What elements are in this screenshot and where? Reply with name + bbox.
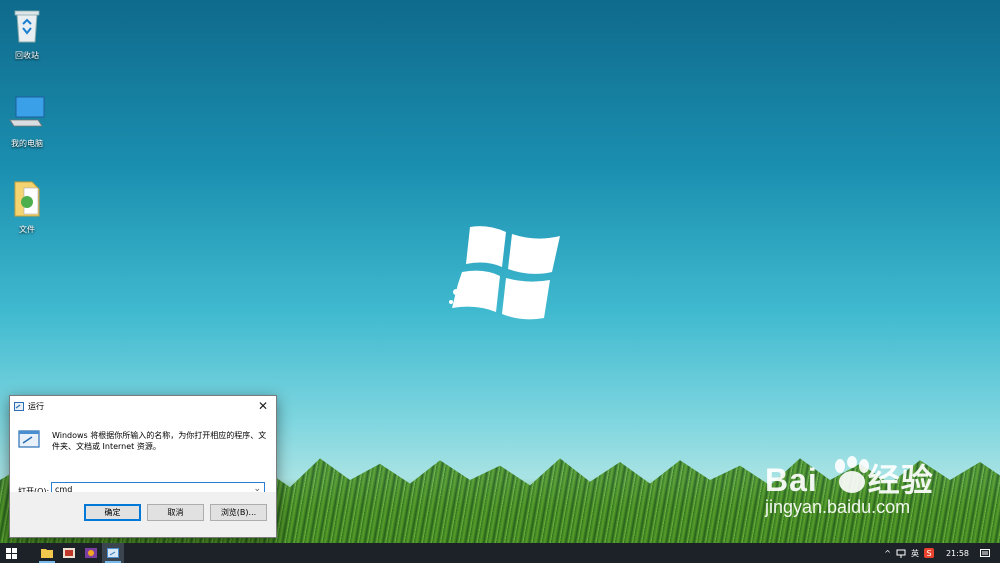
close-button[interactable]: ✕: [250, 396, 276, 416]
computer-icon: [9, 96, 45, 127]
watermark-brand: Bai: [765, 462, 818, 498]
run-icon: [107, 548, 119, 558]
sogou-icon[interactable]: S: [923, 548, 934, 558]
mail-icon: [63, 548, 75, 558]
ok-button[interactable]: 确定: [84, 504, 141, 521]
dialog-footer: 确定 取消 浏览(B)...: [10, 492, 276, 537]
run-large-icon: [18, 430, 40, 448]
desktop-icon-recycle-bin[interactable]: 回收站: [4, 6, 50, 61]
watermark-url: jingyan.baidu.com: [765, 497, 911, 517]
notification-icon[interactable]: [980, 548, 990, 558]
svg-text:S: S: [926, 549, 931, 558]
watermark-brand-suffix: 经验: [867, 462, 934, 498]
taskbar-app-2[interactable]: [58, 543, 80, 563]
windows-logo-wallpaper: [449, 226, 560, 320]
desktop-icon-label: 回收站: [15, 51, 39, 60]
recycle-bin-icon: [14, 10, 40, 43]
taskbar-app-3[interactable]: [80, 543, 102, 563]
desktop-icon-label: 我的电脑: [11, 139, 43, 148]
folder-icon: [14, 181, 40, 217]
ime-indicator[interactable]: 英: [911, 548, 919, 559]
run-icon: [14, 401, 24, 411]
folder-icon: [41, 549, 53, 558]
app-icon: [85, 548, 97, 558]
desktop-icon-computer[interactable]: 我的电脑: [4, 94, 50, 149]
start-button[interactable]: [0, 543, 22, 563]
taskbar-file-explorer[interactable]: [36, 543, 58, 563]
browse-button[interactable]: 浏览(B)...: [210, 504, 267, 521]
baidu-watermark: Bai 经验 jingyan.baidu.com: [765, 455, 934, 518]
network-icon[interactable]: [896, 549, 906, 558]
chevron-up-icon[interactable]: ^: [884, 549, 891, 558]
dialog-titlebar[interactable]: 运行 ✕: [10, 396, 276, 416]
desktop-icon-folder[interactable]: 文件: [4, 180, 50, 235]
dialog-body: Windows 将根据你所输入的名称，为你打开相应的程序、文件夹、文档或 Int…: [10, 416, 276, 497]
clock[interactable]: 21:58: [946, 549, 969, 558]
dialog-title: 运行: [28, 401, 44, 411]
close-icon: ✕: [257, 399, 269, 413]
run-dialog: 运行 ✕ Windows 将根据你所输入的名称，为你打开相应的程序、文件夹、文档…: [9, 395, 277, 538]
desktop-icon-label: 文件: [19, 225, 35, 234]
taskbar-run[interactable]: [102, 543, 124, 563]
cancel-button[interactable]: 取消: [147, 504, 204, 521]
system-tray: ^ 英 S 21:58: [879, 543, 1000, 563]
taskbar: ^ 英 S 21:58: [0, 543, 1000, 563]
dialog-description: Windows 将根据你所输入的名称，为你打开相应的程序、文件夹、文档或 Int…: [52, 431, 267, 451]
windows-start-icon: [5, 547, 17, 559]
